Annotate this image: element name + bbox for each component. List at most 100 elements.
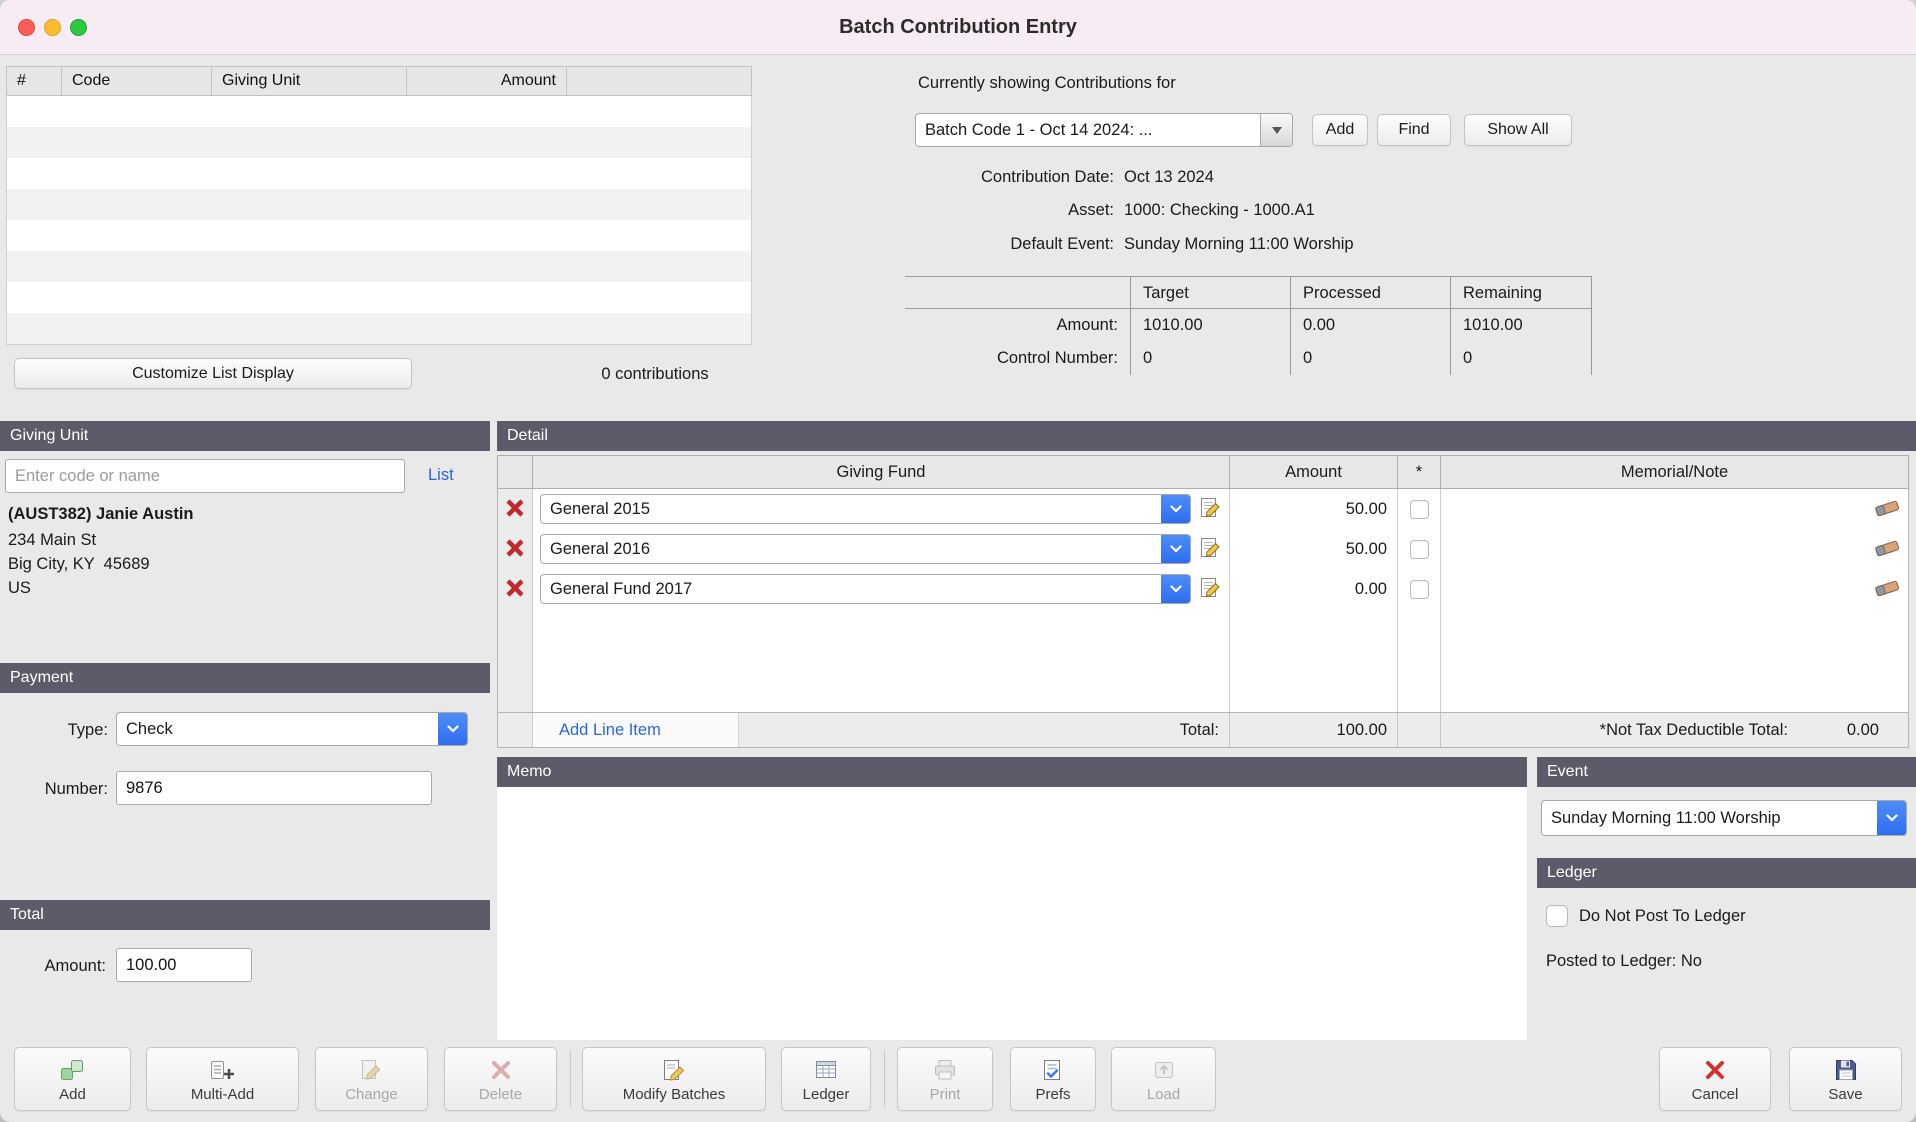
summary-corner-cell: [905, 276, 1130, 309]
memorial-note-field[interactable]: [1441, 569, 1908, 609]
detail-row: General 2015 50.00: [498, 489, 1908, 529]
summary-amount-remaining: 1010.00: [1450, 309, 1592, 342]
detail-row: General Fund 2017 0.00: [498, 569, 1908, 609]
column-header-code[interactable]: Code: [62, 67, 212, 95]
save-button[interactable]: Save: [1789, 1047, 1902, 1111]
detail-empty-area: [498, 609, 1908, 712]
cancel-icon: [1703, 1056, 1727, 1084]
list-row: [7, 158, 751, 189]
toolbar-load-button[interactable]: Load: [1111, 1047, 1216, 1111]
line-amount-field[interactable]: 0.00: [1230, 569, 1398, 609]
add-icon: [59, 1056, 87, 1084]
batch-select[interactable]: Batch Code 1 - Oct 14 2024: ...: [915, 113, 1293, 147]
detail-total-star-col: [1398, 713, 1441, 747]
line-amount-field[interactable]: 50.00: [1230, 529, 1398, 569]
fund-edit-button[interactable]: [1198, 536, 1222, 563]
giving-unit-name: (AUST382) Janie Austin: [8, 505, 194, 524]
note-edit-icon: [1198, 576, 1222, 603]
giving-unit-address-line: US: [8, 579, 31, 598]
fund-select[interactable]: General 2015: [540, 494, 1191, 524]
batch-heading: Currently showing Contributions for: [918, 74, 1176, 93]
column-header-giving-unit[interactable]: Giving Unit: [212, 67, 407, 95]
batch-contribution-entry-window: Batch Contribution Entry # Code Giving U…: [0, 0, 1916, 1122]
toolbar-delete-button[interactable]: Delete: [444, 1047, 557, 1111]
delete-x-icon: [504, 497, 526, 522]
customize-list-display-button[interactable]: Customize List Display: [14, 358, 412, 389]
memo-section-header: Memo: [497, 757, 1527, 787]
toolbar-prefs-button[interactable]: Prefs: [1010, 1047, 1096, 1111]
column-header-number[interactable]: #: [7, 67, 62, 95]
not-tax-deductible-checkbox[interactable]: [1410, 540, 1429, 559]
row-delete-button[interactable]: [504, 497, 526, 522]
batch-select-value: Batch Code 1 - Oct 14 2024: ...: [916, 121, 1260, 140]
event-section-header: Event: [1537, 757, 1916, 787]
toolbar-ledger-button[interactable]: Ledger: [781, 1047, 871, 1111]
chevron-down-icon: [1161, 535, 1190, 563]
list-row: [7, 189, 751, 220]
fund-edit-button[interactable]: [1198, 576, 1222, 603]
ledger-section-header: Ledger: [1537, 858, 1916, 888]
event-select-value: Sunday Morning 11:00 Worship: [1542, 809, 1877, 828]
payment-type-select[interactable]: Check: [116, 712, 468, 746]
total-amount-label: Amount:: [10, 957, 106, 976]
row-delete-button[interactable]: [504, 577, 526, 602]
contribution-list-body[interactable]: [6, 96, 752, 345]
save-icon: [1833, 1056, 1859, 1084]
do-not-post-checkbox[interactable]: [1546, 905, 1568, 927]
contribution-list: # Code Giving Unit Amount: [6, 66, 752, 345]
list-row: [7, 96, 751, 127]
memorial-lookup-button[interactable]: [1874, 538, 1900, 561]
list-row: [7, 220, 751, 251]
multi-add-icon: [209, 1056, 237, 1084]
batch-add-button[interactable]: Add: [1312, 114, 1368, 146]
list-row: [7, 282, 751, 313]
delete-x-icon: [504, 537, 526, 562]
line-amount-field[interactable]: 50.00: [1230, 489, 1398, 529]
fund-edit-button[interactable]: [1198, 496, 1222, 523]
asset-value: 1000: Checking - 1000.A1: [1124, 201, 1315, 220]
giving-unit-section-header: Giving Unit: [0, 421, 490, 451]
prefs-icon: [1040, 1056, 1066, 1084]
toolbar-change-button[interactable]: Change: [315, 1047, 428, 1111]
column-header-filler: [567, 67, 751, 95]
toolbar-multi-add-button[interactable]: Multi-Add: [146, 1047, 299, 1111]
giving-unit-list-link[interactable]: List: [428, 466, 454, 485]
memorial-note-field[interactable]: [1441, 529, 1908, 569]
toolbar-print-button[interactable]: Print: [897, 1047, 993, 1111]
event-select[interactable]: Sunday Morning 11:00 Worship: [1541, 800, 1907, 836]
chevron-down-icon: [1161, 495, 1190, 523]
not-tax-deductible-checkbox[interactable]: [1410, 500, 1429, 519]
summary-col-target: Target: [1130, 276, 1290, 309]
toolbar-modify-batches-button[interactable]: Modify Batches: [582, 1047, 766, 1111]
giving-unit-address-line: Big City, KY 45689: [8, 555, 150, 574]
summary-control-remaining: 0: [1450, 342, 1592, 375]
payment-number-input[interactable]: [116, 771, 432, 805]
toolbar-add-button[interactable]: Add: [14, 1047, 131, 1111]
memorial-lookup-button[interactable]: [1874, 578, 1900, 601]
column-header-amount[interactable]: Amount: [407, 67, 567, 95]
fund-select[interactable]: General 2016: [540, 534, 1191, 564]
detail-row: General 2016 50.00: [498, 529, 1908, 569]
batch-show-all-button[interactable]: Show All: [1464, 114, 1572, 146]
posted-to-ledger-text: Posted to Ledger: No: [1546, 952, 1702, 971]
total-amount-input[interactable]: [116, 948, 252, 982]
cancel-button[interactable]: Cancel: [1659, 1047, 1771, 1111]
payment-type-value: Check: [117, 720, 438, 739]
summary-control-label: Control Number:: [905, 342, 1130, 375]
giving-unit-search-input[interactable]: [5, 459, 405, 493]
not-tax-deductible-checkbox[interactable]: [1410, 580, 1429, 599]
fund-select[interactable]: General Fund 2017: [540, 574, 1191, 604]
batch-find-button[interactable]: Find: [1377, 114, 1451, 146]
list-row: [7, 313, 751, 344]
memo-textarea[interactable]: [497, 787, 1527, 1040]
chevron-down-icon: [1260, 114, 1292, 146]
row-delete-button[interactable]: [504, 537, 526, 562]
batch-summary-table: Target Processed Remaining Amount: 1010.…: [905, 276, 1592, 375]
list-row: [7, 127, 751, 158]
add-line-item-link[interactable]: Add Line Item: [533, 721, 661, 740]
memorial-lookup-button[interactable]: [1874, 498, 1900, 521]
detail-col-delete: [498, 456, 533, 488]
ledger-icon: [813, 1056, 839, 1084]
memorial-note-field[interactable]: [1441, 489, 1908, 529]
summary-control-target: 0: [1130, 342, 1290, 375]
